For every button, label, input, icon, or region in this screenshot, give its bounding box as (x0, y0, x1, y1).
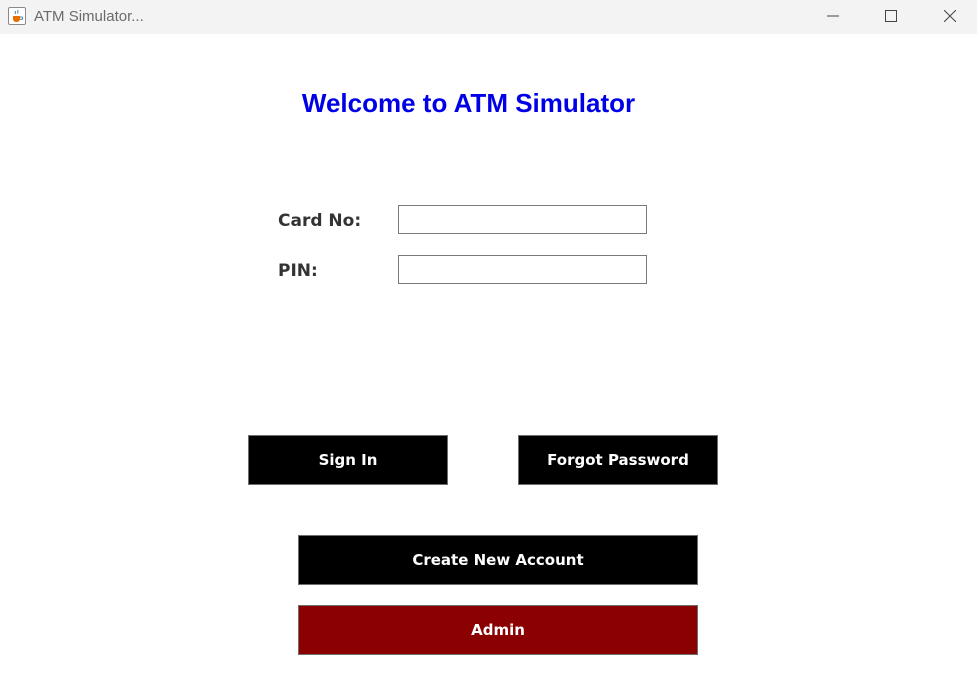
pin-label: PIN: (278, 261, 318, 281)
card-number-label: Card No: (278, 211, 362, 231)
title-bar[interactable]: ATM Simulator... (0, 0, 977, 34)
admin-button[interactable]: Admin (298, 605, 698, 655)
minimize-icon[interactable] (810, 0, 856, 34)
card-number-input[interactable] (398, 205, 647, 234)
window-title: ATM Simulator... (34, 8, 144, 25)
atm-window: ATM Simulator... Welcome to ATM Simulato… (0, 0, 977, 684)
maximize-icon[interactable] (868, 0, 914, 34)
close-icon[interactable] (927, 0, 973, 34)
sign-in-button[interactable]: Sign In (248, 435, 448, 485)
forgot-password-button[interactable]: Forgot Password (518, 435, 718, 485)
page-title: Welcome to ATM Simulator (301, 88, 636, 118)
create-account-button[interactable]: Create New Account (298, 535, 698, 585)
java-cup-icon (8, 7, 26, 25)
pin-input[interactable] (398, 255, 647, 284)
